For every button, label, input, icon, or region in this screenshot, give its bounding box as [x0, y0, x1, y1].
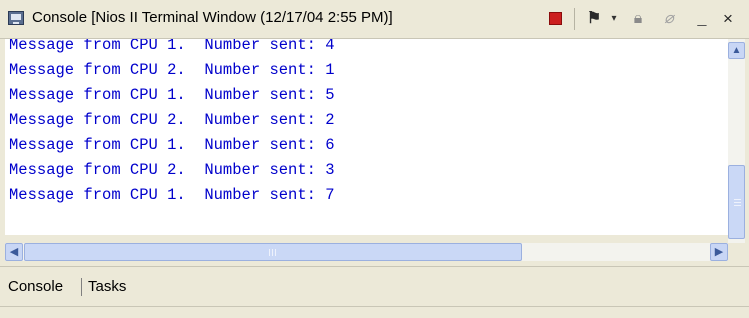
minimize-icon[interactable]: _ [694, 8, 710, 30]
run-icon[interactable]: ⚑ [582, 8, 606, 30]
console-window: Console [Nios II Terminal Window (12/17/… [0, 0, 749, 318]
scroll-up-icon[interactable]: ▲ [728, 42, 745, 59]
console-line: Message from CPU 2. Number sent: 2 [9, 111, 335, 129]
grip-line [734, 205, 741, 206]
tab-console[interactable]: Console [8, 276, 67, 298]
horizontal-scrollbar[interactable]: ◀ ▶ [5, 243, 728, 261]
console-line: Message from CPU 2. Number sent: 3 [9, 161, 335, 179]
grip-line [272, 249, 273, 256]
grip-line [734, 199, 741, 200]
console-line: Message from CPU 1. Number sent: 4 [9, 39, 335, 54]
scrollbar-corner [728, 243, 745, 261]
vertical-scroll-thumb[interactable] [728, 165, 745, 239]
chevron-down-icon[interactable]: ▾ [608, 8, 620, 30]
scroll-right-icon[interactable]: ▶ [710, 243, 728, 261]
tab-separator [81, 278, 82, 296]
scroll-left-icon[interactable]: ◀ [5, 243, 23, 261]
tab-tasks[interactable]: Tasks [88, 276, 126, 298]
grip-line [734, 202, 741, 203]
console-line: Message from CPU 2. Number sent: 1 [9, 61, 335, 79]
close-icon[interactable]: × [718, 8, 738, 30]
grip-line [269, 249, 270, 256]
console-line: Message from CPU 1. Number sent: 6 [9, 136, 335, 154]
terminal-icon [8, 11, 24, 25]
stop-button[interactable] [549, 12, 562, 25]
console-output[interactable]: Message from CPU 1. Number sent: 4 Messa… [5, 39, 728, 235]
title-bar: Console [Nios II Terminal Window (12/17/… [0, 0, 749, 39]
toolbar-separator [574, 8, 575, 30]
console-line: Message from CPU 1. Number sent: 5 [9, 86, 335, 104]
window-title: Console [Nios II Terminal Window (12/17/… [32, 9, 393, 26]
view-tab-bar: Console Tasks [0, 266, 749, 307]
console-line: Message from CPU 1. Number sent: 7 [9, 186, 335, 204]
horizontal-scroll-thumb[interactable] [24, 243, 522, 261]
bottom-border [0, 306, 749, 307]
vertical-scrollbar[interactable]: ▲ ▼ [728, 39, 745, 261]
lock-icon[interactable]: 🔒︎ [628, 8, 648, 30]
clear-icon[interactable]: ⌀ [658, 8, 680, 30]
grip-line [275, 249, 276, 256]
